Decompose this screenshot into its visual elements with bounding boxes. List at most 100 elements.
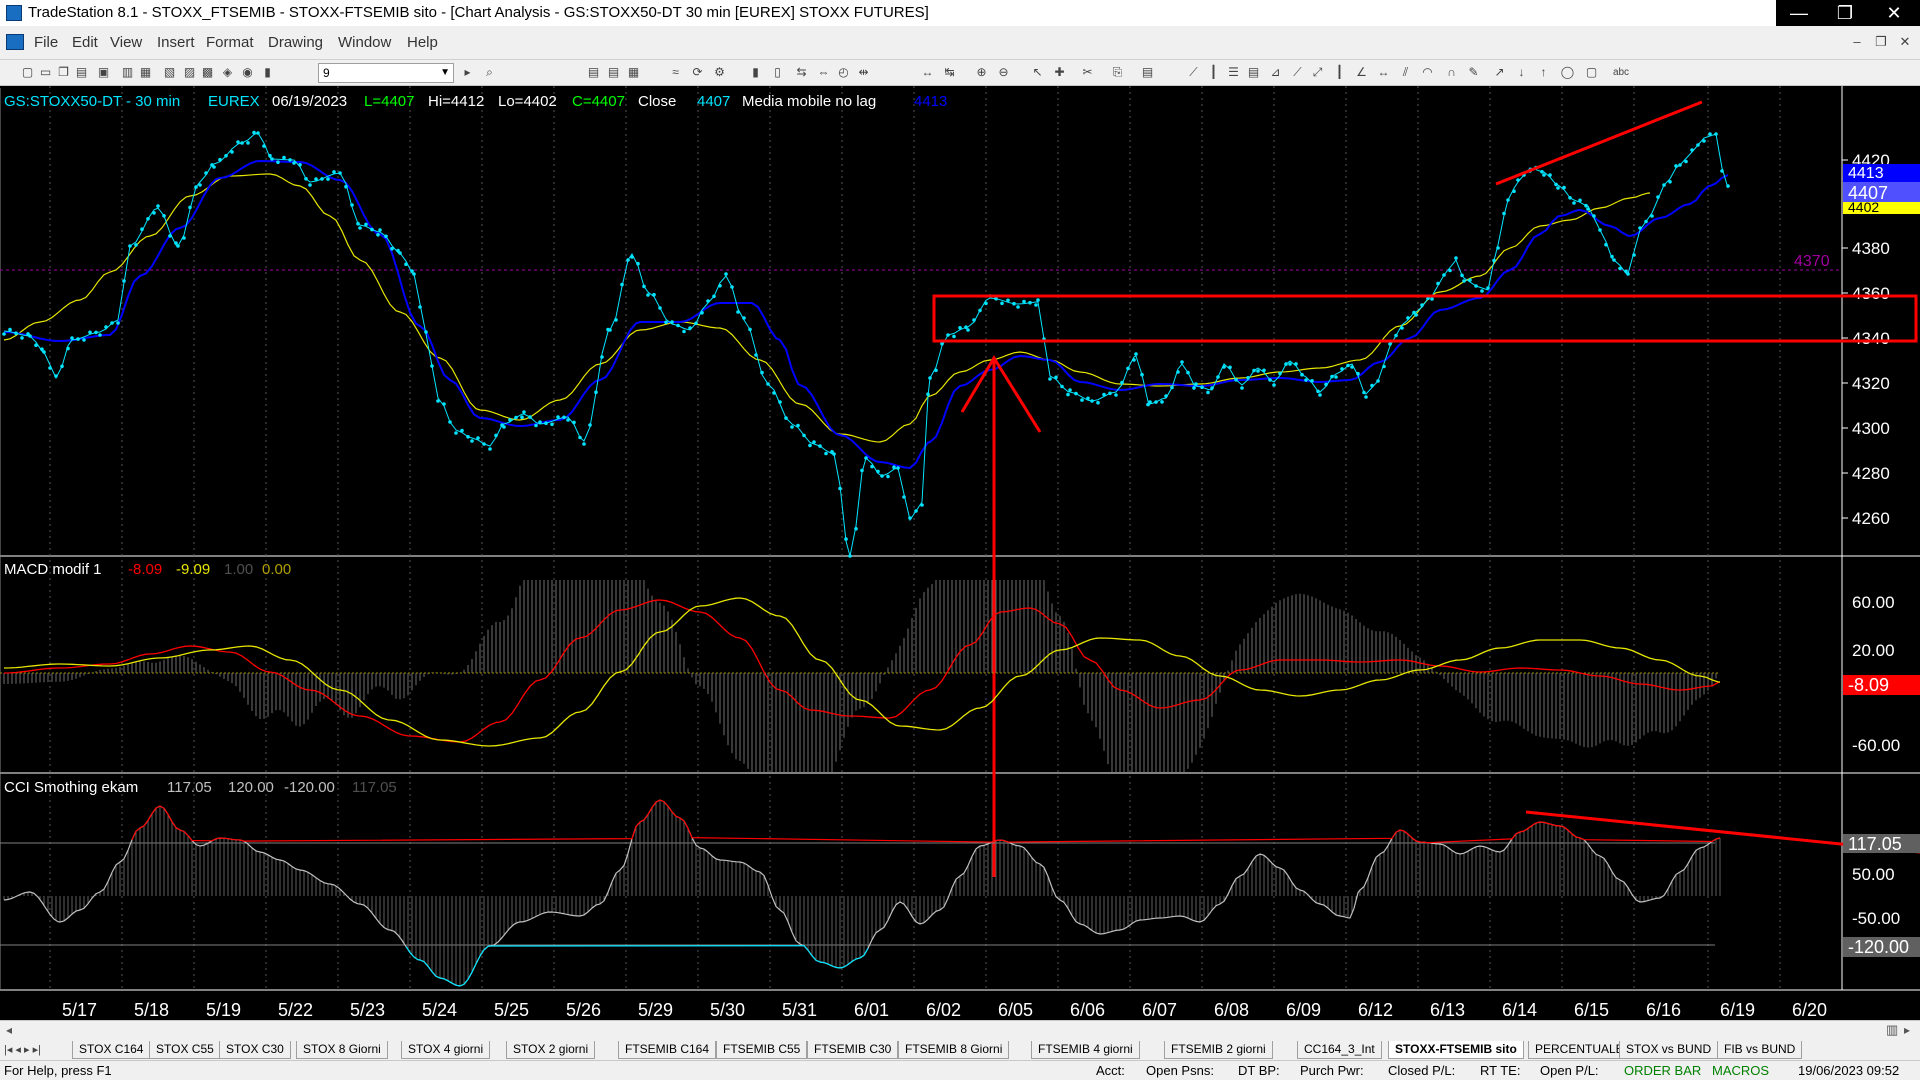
workspace-tab[interactable]: STOX 8 Giorni [296, 1041, 388, 1059]
window-icon[interactable]: ▧ [162, 65, 177, 80]
workspace-tab[interactable]: STOX vs BUND [1619, 1041, 1719, 1059]
arrow-down-icon[interactable]: ↓ [1514, 65, 1529, 80]
macros-button[interactable]: MACROS [1712, 1063, 1769, 1078]
menu-window[interactable]: Window [338, 34, 391, 51]
workspace-tab[interactable]: STOX 2 giorni [506, 1041, 596, 1059]
arrow-up-icon[interactable]: ↑ [1536, 65, 1551, 80]
workspace-tab[interactable]: FTSEMIB 2 giorni [1164, 1041, 1273, 1059]
format-icon[interactable]: ▤ [606, 65, 621, 80]
fib-icon[interactable]: ┃ [1332, 65, 1347, 80]
horizontal-lines-icon[interactable]: ☰ [1226, 65, 1241, 80]
workspace-tab[interactable]: FTSEMIB C164 [618, 1041, 717, 1059]
price-dot [1684, 159, 1688, 164]
chart-window-icon[interactable] [6, 34, 24, 50]
close-button[interactable]: ✕ [1868, 0, 1920, 26]
order-bar-button[interactable]: ORDER BAR [1624, 1063, 1701, 1078]
crosshair-icon[interactable]: ✚ [1052, 65, 1067, 80]
ellipse-icon[interactable]: ◯ [1560, 65, 1575, 80]
price-dot [1468, 278, 1472, 282]
fan-icon[interactable]: ⊿ [1268, 65, 1283, 80]
lock-icon[interactable]: ▩ [200, 65, 215, 80]
workspace-tab[interactable]: FTSEMIB C55 [716, 1041, 808, 1059]
workspace-tab[interactable]: FTSEMIB C30 [807, 1041, 899, 1059]
zoom-out-icon[interactable]: ⊖ [996, 65, 1011, 80]
horizontal-scrollbar[interactable]: ◂ ▥ ▸ [0, 1020, 1920, 1040]
workspace-tab[interactable]: STOX C30 [219, 1041, 291, 1059]
price-dot [1346, 363, 1350, 368]
indicator-icon[interactable]: ◈ [220, 65, 235, 80]
time-icon[interactable]: ◴ [836, 65, 851, 80]
parallel-icon[interactable]: ⫽ [1398, 65, 1413, 80]
workspace-tab[interactable]: PERCENTUALE [1528, 1041, 1631, 1059]
find-icon[interactable]: ⌕ [482, 65, 497, 80]
chart-area[interactable]: GS:STOXX50-DT - 30 min EUREX 06/19/2023 … [0, 86, 1920, 1026]
workspace-tab[interactable]: CC164_3_Int [1297, 1041, 1382, 1059]
attach-icon[interactable]: ⎘ [1110, 65, 1125, 80]
compress-icon[interactable]: ⇔ [816, 65, 831, 80]
new-icon[interactable]: ▢ [20, 65, 35, 80]
horizontal-arrow-icon[interactable]: ↔ [1376, 65, 1391, 80]
style-icon[interactable]: ▤ [586, 65, 601, 80]
menu-drawing[interactable]: Drawing [268, 34, 323, 51]
workspace-tab[interactable]: STOX 4 giorni [401, 1041, 491, 1059]
scroll-icon[interactable]: ⇆ [794, 65, 809, 80]
freehand-icon[interactable]: ↗ [1492, 65, 1507, 80]
mdi-restore-button[interactable]: ❐ [1870, 34, 1892, 52]
pencil-icon[interactable]: ✎ [1466, 65, 1481, 80]
menu-insert[interactable]: Insert [157, 34, 195, 51]
copy-icon[interactable]: ❐ [56, 65, 71, 80]
table-icon[interactable]: ▦ [626, 65, 641, 80]
workspace-tab[interactable]: STOXX-FTSEMIB sito [1388, 1041, 1524, 1059]
tab-nav-icons[interactable]: |◂ ◂ ▸ ▸| [4, 1043, 41, 1056]
workspace-tab[interactable]: STOX C55 [149, 1041, 221, 1059]
paste-icon[interactable]: ▤ [74, 65, 89, 80]
docs-icon[interactable]: ▤ [1140, 65, 1155, 80]
cycle-icon[interactable]: ∩ [1444, 65, 1459, 80]
spacing-icon[interactable]: ↔ [920, 65, 935, 80]
ray-icon[interactable]: ⤢ [1310, 65, 1325, 80]
zoom-in-icon[interactable]: ⊕ [974, 65, 989, 80]
vertical-lines-icon[interactable]: ┃ [1206, 65, 1221, 80]
minimize-button[interactable]: — [1776, 0, 1822, 26]
maximize-button[interactable]: ❐ [1822, 0, 1868, 26]
rectangle-icon[interactable]: ▢ [1584, 65, 1599, 80]
mdi-minimize-button[interactable]: – [1846, 34, 1868, 52]
workspace-tab[interactable]: STOX C164 [72, 1041, 151, 1059]
trendline-icon[interactable]: ⟋ [1186, 65, 1201, 80]
menu-view[interactable]: View [110, 34, 142, 51]
scroll-right-icon[interactable]: ▸ [1904, 1023, 1910, 1037]
cursor-icon[interactable]: ↖ [1030, 65, 1045, 80]
workspace-tab[interactable]: FTSEMIB 8 Giorni [898, 1041, 1010, 1059]
mdi-close-button[interactable]: ✕ [1894, 34, 1916, 52]
expand-icon[interactable]: ⇹ [856, 65, 871, 80]
print-preview-icon[interactable]: ▥ [120, 65, 135, 80]
tools-icon[interactable]: ✂ [1080, 65, 1095, 80]
gann-icon[interactable]: ⟋ [1290, 65, 1305, 80]
arc-icon[interactable]: ◠ [1420, 65, 1435, 80]
chart-type-icon[interactable]: ≈ [668, 65, 683, 80]
angle-icon[interactable]: ∠ [1354, 65, 1369, 80]
refresh-icon[interactable]: ⟳ [690, 65, 705, 80]
layout-icon[interactable]: ▨ [182, 65, 197, 80]
interval-combo[interactable]: 9 ▼ [318, 63, 454, 83]
workspace-tab[interactable]: FTSEMIB 4 giorni [1031, 1041, 1140, 1059]
scroll-thumb-icon[interactable]: ▥ [1886, 1022, 1898, 1038]
menu-format[interactable]: Format [206, 34, 254, 51]
play-icon[interactable]: ▸ [460, 65, 475, 80]
workspace-tab[interactable]: FIB vs BUND [1717, 1041, 1803, 1059]
scroll-left-icon[interactable]: ◂ [6, 1023, 12, 1037]
print-icon[interactable]: ▦ [138, 65, 153, 80]
menu-help[interactable]: Help [407, 34, 438, 51]
text-tool-icon[interactable]: abc [1610, 65, 1632, 80]
bar-chart-icon[interactable]: ▮ [748, 65, 763, 80]
open-icon[interactable]: ▭ [38, 65, 53, 80]
menu-edit[interactable]: Edit [72, 34, 98, 51]
settings-icon[interactable]: ⚙ [712, 65, 727, 80]
strategy-icon[interactable]: ◉ [240, 65, 255, 80]
menu-file[interactable]: File [34, 34, 58, 51]
save-icon[interactable]: ▣ [96, 65, 111, 80]
spacing-alt-icon[interactable]: ↹ [942, 65, 957, 80]
bars-icon[interactable]: ▮ [260, 65, 275, 80]
channel-icon[interactable]: ▤ [1246, 65, 1261, 80]
candle-icon[interactable]: ▯ [770, 65, 785, 80]
